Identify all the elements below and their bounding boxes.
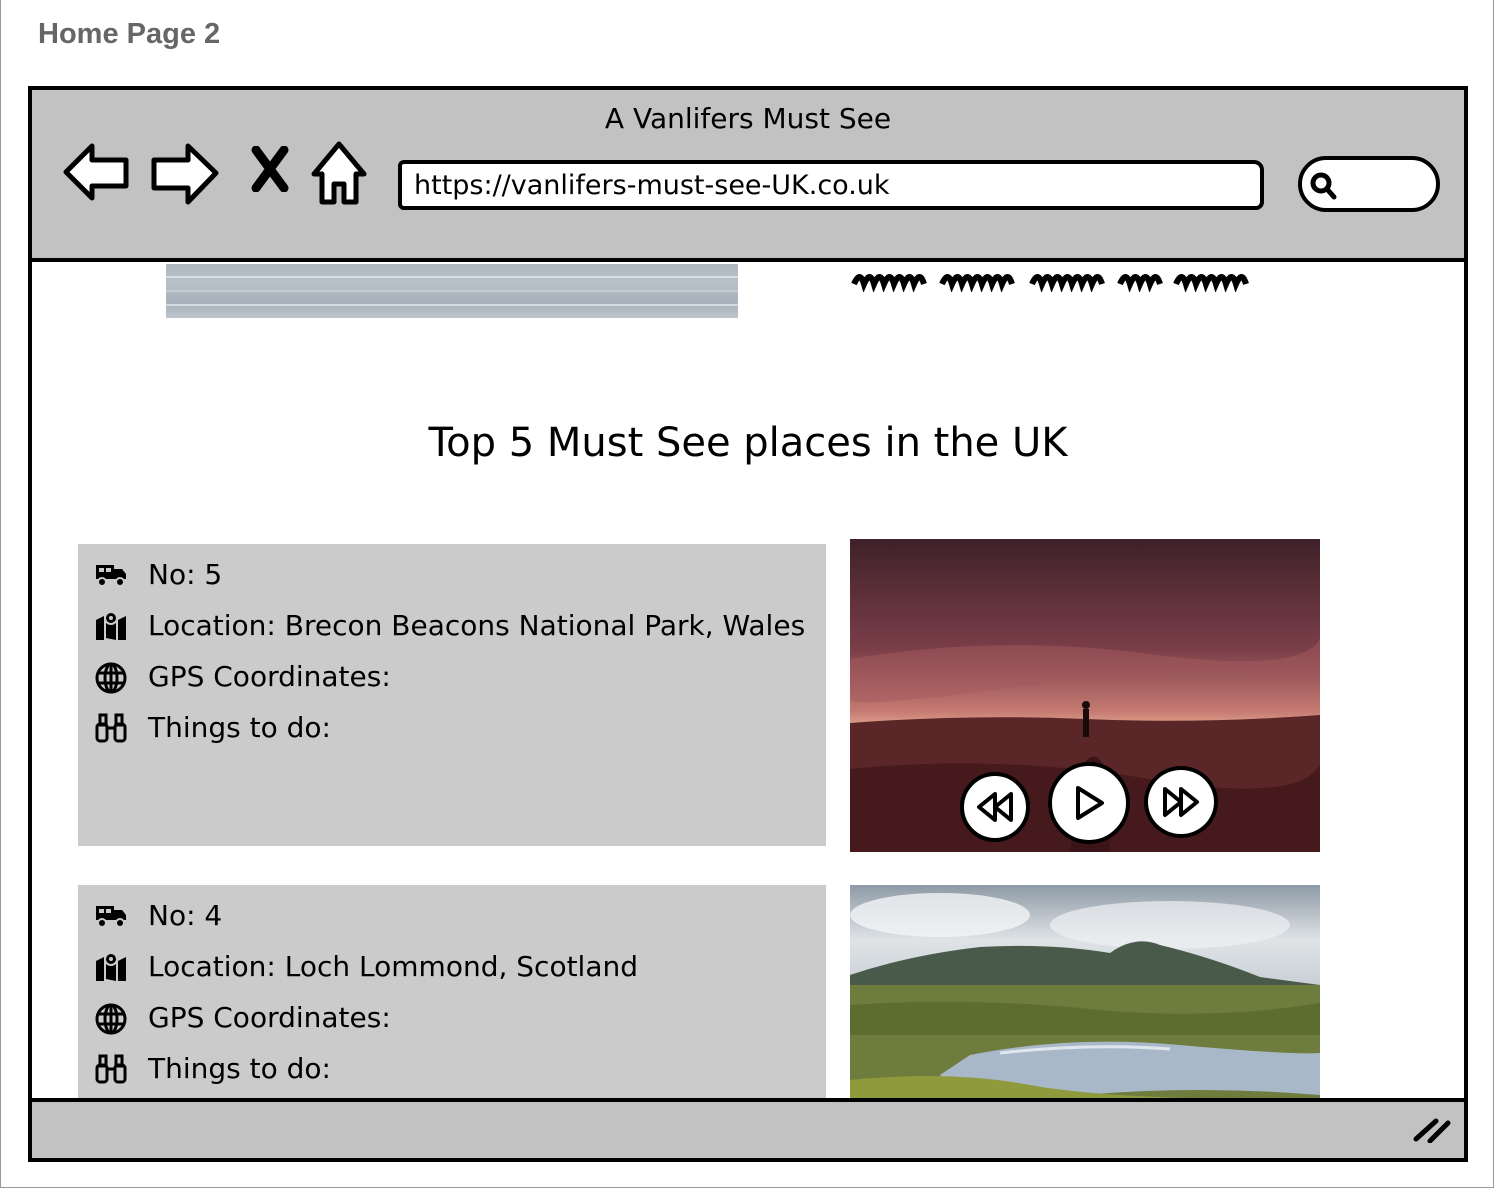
hero-image <box>166 264 738 318</box>
place-photo-4 <box>850 885 1320 1098</box>
binoculars-icon <box>94 1053 128 1095</box>
browser-toolbar: A Vanlifers Must See https://vanlifers-m… <box>32 90 1464 262</box>
media-controls <box>850 762 1320 852</box>
place-location: Location: Loch Lommond, Scotland <box>148 950 639 983</box>
place-number: No: 5 <box>148 558 223 591</box>
place-location-row: Location: Loch Lommond, Scotland <box>78 948 826 999</box>
van-icon <box>94 900 128 940</box>
place-card-4: No: 4 Location: Loch Lommond, Scotland G… <box>78 885 826 1098</box>
map-pin-icon <box>94 610 128 652</box>
map-pin-icon <box>94 951 128 993</box>
rewind-icon[interactable] <box>960 772 1030 842</box>
place-photo-5 <box>850 539 1320 852</box>
place-todo-row: Things to do: <box>78 1050 826 1098</box>
resize-grip-icon[interactable] <box>1412 1113 1452 1148</box>
main-heading: Top 5 Must See places in the UK <box>428 420 1068 466</box>
place-gps-row: GPS Coordinates: <box>78 999 826 1050</box>
binoculars-icon <box>94 712 128 754</box>
place-location-row: Location: Brecon Beacons National Park, … <box>78 607 826 658</box>
fast-forward-icon[interactable] <box>1144 766 1218 838</box>
page-content: Top 5 Must See places in the UK No: 5 Lo… <box>32 262 1464 1098</box>
place-todo-row: Things to do: <box>78 709 826 760</box>
place-gps: GPS Coordinates: <box>148 660 391 693</box>
browser-window: A Vanlifers Must See https://vanlifers-m… <box>28 86 1468 1162</box>
window-title: A Vanlifers Must See <box>604 102 892 135</box>
stop-icon[interactable] <box>250 146 290 192</box>
place-gps-row: GPS Coordinates: <box>78 658 826 709</box>
place-location: Location: Brecon Beacons National Park, … <box>148 609 806 642</box>
place-card-5: No: 5 Location: Brecon Beacons National … <box>78 544 826 846</box>
van-icon <box>94 559 128 599</box>
place-gps: GPS Coordinates: <box>148 1001 391 1034</box>
place-number: No: 4 <box>148 899 223 932</box>
home-icon[interactable] <box>310 138 368 208</box>
browser-statusbar <box>32 1098 1464 1158</box>
url-input[interactable]: https://vanlifers-must-see-UK.co.uk <box>398 160 1264 210</box>
forward-icon[interactable] <box>150 140 220 206</box>
place-number-row: No: 4 <box>78 897 826 948</box>
back-icon[interactable] <box>62 140 130 204</box>
play-icon[interactable] <box>1048 762 1130 844</box>
globe-icon <box>94 1002 128 1046</box>
globe-icon <box>94 661 128 705</box>
place-number-row: No: 5 <box>78 556 826 607</box>
placeholder-text-scribble <box>850 266 1254 297</box>
search-icon <box>1308 170 1338 207</box>
search-field[interactable] <box>1298 156 1440 212</box>
place-todo: Things to do: <box>148 1052 331 1085</box>
page-label: Home Page 2 <box>38 18 221 50</box>
place-todo: Things to do: <box>148 711 331 744</box>
